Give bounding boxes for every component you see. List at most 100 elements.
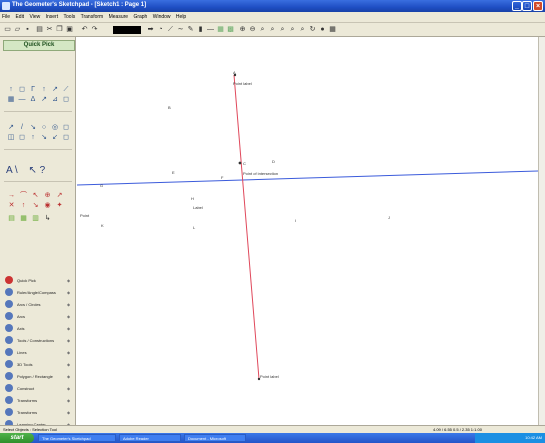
start-button[interactable]: start [0,433,34,443]
zoom-out-icon[interactable]: ⊖ [248,25,257,34]
zoom-in-icon[interactable]: ⊕ [238,25,247,34]
tool-icon[interactable]: ↙ [50,133,60,142]
point-label-i[interactable]: I [295,218,296,223]
tool-icon[interactable]: ↗ [39,95,49,104]
redo-icon[interactable]: ↷ [90,25,99,34]
undo-icon[interactable]: ↶ [80,25,89,34]
tool-icon[interactable]: ◻ [61,95,71,104]
tool-icon[interactable]: ▤ [6,214,17,223]
category-item[interactable]: Axis ◆ [5,323,73,335]
tool-icon[interactable]: ▦ [18,214,29,223]
color-swatch[interactable] [113,26,141,34]
tool-icon[interactable]: Γ [28,85,38,94]
category-item[interactable]: Quick Pick ◆ [5,275,73,287]
category-item[interactable]: Lines ◆ [5,347,73,359]
tool-icon[interactable]: ↗ [54,191,65,200]
menu-edit[interactable]: Edit [13,12,26,20]
tool-icon[interactable]: ⌒ [18,191,29,200]
tool-icon[interactable]: ⊿ [50,95,60,104]
tool-icon[interactable]: ↘ [30,201,41,210]
help-icon[interactable]: ▦ [328,25,337,34]
minimize-button[interactable]: _ [512,1,522,11]
point-label-f[interactable]: F [221,175,223,180]
save-icon[interactable]: ▪ [23,25,32,34]
point-label-g[interactable]: G [100,183,103,188]
category-item[interactable]: Ruler/Angle/Compass ◆ [5,287,73,299]
vertical-line[interactable] [233,74,260,380]
search-icon[interactable]: ⌕ [258,25,267,34]
tool-icon[interactable]: ⟋ [61,85,71,94]
menu-tools[interactable]: Tools [62,12,78,20]
tool-icon[interactable]: ✕ [6,201,17,210]
menu-view[interactable]: View [27,12,42,20]
point-label-k[interactable]: K [101,223,104,228]
point-label-e[interactable]: E [172,170,175,175]
tool-icon[interactable]: ○ [39,123,49,132]
maximize-button[interactable]: □ [522,1,532,11]
tool-icon[interactable]: ↑ [18,201,29,210]
task-button[interactable]: The Geometer's Sketchpad [38,434,116,442]
category-item[interactable]: 3D Tools ◆ [5,359,73,371]
arrow-icon[interactable]: ➡ [146,25,155,34]
category-item[interactable]: Arcs / Circles ◆ [5,299,73,311]
tool-icon[interactable]: ↖ [30,191,41,200]
drawing-canvas[interactable]: A Point label B C D Point of intersectio… [77,37,538,425]
quick-pick-header[interactable]: Quick Pick [3,40,75,51]
tool-icon[interactable]: ↳ [42,214,53,223]
tool-icon[interactable]: → [6,191,17,200]
task-button[interactable]: Document - Microsoft [184,434,246,442]
paste-icon[interactable]: ▣ [65,25,74,34]
segment-icon[interactable]: ⟋ [166,25,175,34]
tool-icon[interactable]: ◎ [50,123,60,132]
refresh-icon[interactable]: ↻ [308,25,317,34]
ruler-icon[interactable]: ▮ [196,25,205,34]
category-item[interactable]: Tools / Constructions ◆ [5,335,73,347]
search-icon-5[interactable]: ⌕ [298,25,307,34]
point-label-c[interactable]: C [243,161,246,166]
print-icon[interactable]: ▤ [35,25,44,34]
vertical-scrollbar[interactable] [538,37,545,425]
help-tool-icon[interactable]: ? [40,165,46,176]
label-tool-icon[interactable]: \ [15,165,18,176]
copy-icon[interactable]: ❐ [55,25,64,34]
menu-file[interactable]: File [0,12,12,20]
line-icon[interactable]: — [206,25,215,34]
tool-icon[interactable]: ↗ [50,85,60,94]
new-icon[interactable]: ▭ [3,25,12,34]
pointer-tool-icon[interactable]: ↖ [28,165,36,176]
marker-icon[interactable]: ✎ [186,25,195,34]
tool-icon[interactable]: ▥ [30,214,41,223]
point-label-j[interactable]: J [388,215,390,220]
search-icon-2[interactable]: ⌕ [268,25,277,34]
tool-icon[interactable]: Δ [28,95,38,104]
table-icon[interactable]: ▩ [226,25,235,34]
tool-icon[interactable]: ▦ [6,95,16,104]
close-button[interactable]: × [533,1,543,11]
category-item[interactable]: Transforms ◆ [5,395,73,407]
tool-icon[interactable]: / [17,123,27,132]
menu-window[interactable]: Window [151,12,173,20]
wave-icon[interactable]: ∼ [176,25,185,34]
task-button[interactable]: Adobe Reader [119,434,181,442]
point-label-l[interactable]: L [193,225,195,230]
tool-icon[interactable]: ✦ [54,201,65,210]
cut-icon[interactable]: ✂ [45,25,54,34]
menu-insert[interactable]: Insert [44,12,61,20]
search-icon-3[interactable]: ⌕ [278,25,287,34]
tool-icon[interactable]: ↘ [28,123,38,132]
menu-help[interactable]: Help [174,12,188,20]
tool-icon[interactable]: — [17,95,27,104]
horizontal-line[interactable] [77,170,538,186]
category-item[interactable]: Arcs ◆ [5,311,73,323]
tool-icon[interactable]: ↘ [39,133,49,142]
tool-icon[interactable]: ◻ [61,123,71,132]
menu-graph[interactable]: Graph [131,12,149,20]
tool-icon[interactable]: ◻ [61,133,71,142]
tool-icon[interactable]: ↗ [6,123,16,132]
tool-icon[interactable]: ◫ [6,133,16,142]
tool-icon[interactable]: ◻ [17,85,27,94]
compass-icon[interactable]: ◔ [156,25,165,34]
open-icon[interactable]: ▱ [13,25,22,34]
menu-transform[interactable]: Transform [79,12,106,20]
point-label-a[interactable]: A [233,70,236,75]
